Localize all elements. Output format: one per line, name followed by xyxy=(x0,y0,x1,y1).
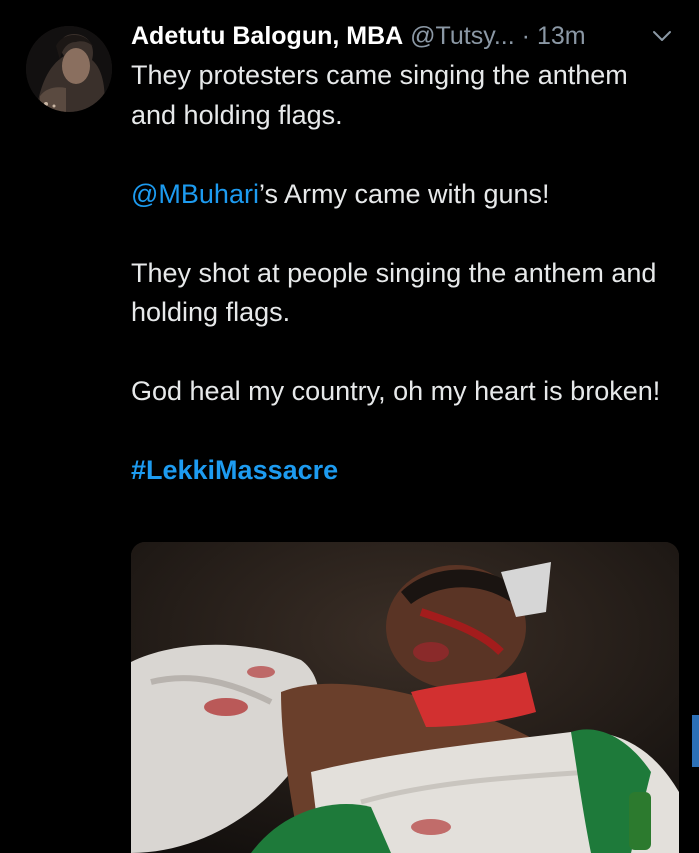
tweet-text-line: @MBuhari’s Army came with guns! xyxy=(131,175,671,215)
tweet-text-fragment: ’s Army came with guns! xyxy=(258,178,550,209)
tweet-header: Adetutu Balogun, MBA @Tutsy... · 13m xyxy=(131,18,691,54)
chevron-down-icon[interactable] xyxy=(651,27,673,45)
tweet-text: They protesters came singing the anthem … xyxy=(131,56,671,491)
profile-photo-icon xyxy=(26,26,112,112)
mention-link[interactable]: @MBuhari xyxy=(131,179,259,209)
separator-dot: · xyxy=(521,22,530,50)
hashtag-link[interactable]: #LekkiMassacre xyxy=(131,455,338,485)
tweet-text-line: God heal my country, oh my heart is brok… xyxy=(131,376,661,406)
avatar[interactable] xyxy=(26,26,112,112)
tweet-text-line: They protesters came singing the anthem … xyxy=(131,60,628,130)
tweet-media-photo[interactable] xyxy=(131,542,679,853)
photo-image xyxy=(131,542,679,853)
tweet-text-line: They shot at people singing the anthem a… xyxy=(131,257,657,328)
author-display-name[interactable]: Adetutu Balogun, MBA xyxy=(131,22,403,50)
author-handle[interactable]: @Tutsy... xyxy=(410,22,515,50)
edge-indicator xyxy=(692,715,699,767)
tweet[interactable]: Adetutu Balogun, MBA @Tutsy... · 13m The… xyxy=(0,0,699,853)
tweet-time[interactable]: 13m xyxy=(537,22,586,50)
